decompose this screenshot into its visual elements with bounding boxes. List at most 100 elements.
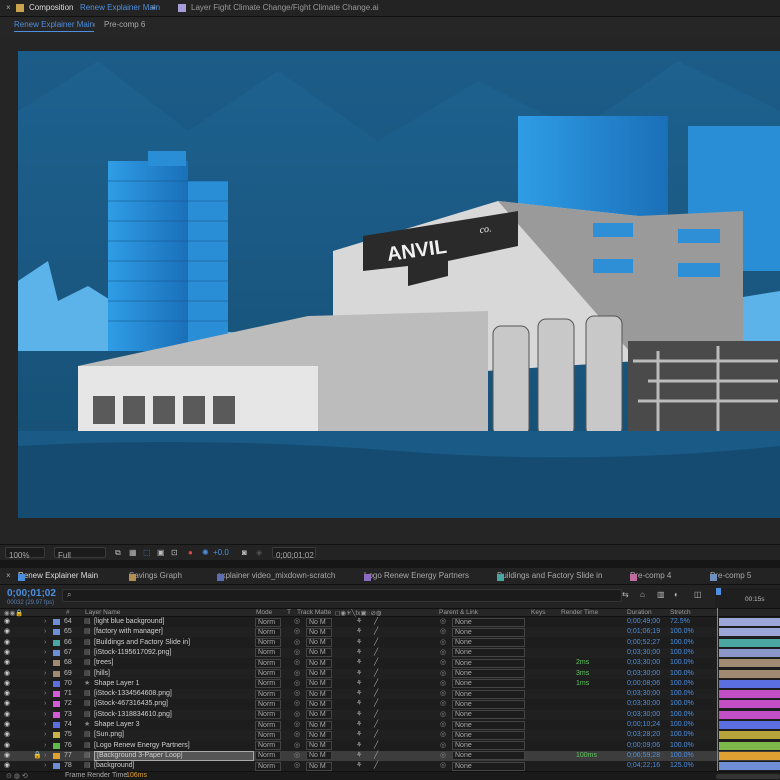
stretch-value[interactable]: 100.0% <box>670 648 694 658</box>
track-matte-dropdown[interactable]: No M <box>306 761 332 771</box>
expand-chevron-icon[interactable]: › <box>44 669 46 679</box>
show-snapshot-icon[interactable]: ◈ <box>256 548 262 557</box>
label-color-swatch[interactable] <box>53 752 60 759</box>
layer-duration-bar[interactable] <box>719 690 780 699</box>
composition-frame[interactable]: ANVIL co. <box>18 51 780 518</box>
stretch-value[interactable]: 100.0% <box>670 689 694 699</box>
parent-pickwhip-icon[interactable]: ◎ <box>440 638 446 648</box>
layer-row[interactable]: ◉ 🔒 › 77 ▤ [Background 3-Paper Loop] Norm ◎ No M… <box>0 750 780 761</box>
layer-name[interactable]: [light blue background] <box>94 617 164 627</box>
close-timeline-icon[interactable]: × <box>6 571 11 580</box>
track-matte-dropdown[interactable]: No M <box>306 741 332 751</box>
layer-row[interactable]: ◉ › 64 ▤ [light blue background] Norm ◎ No M ⚘ ╱ ◎… <box>0 617 780 627</box>
matte-link-icon[interactable]: ◎ <box>294 689 300 699</box>
parent-pickwhip-icon[interactable]: ◎ <box>440 699 446 709</box>
layer-row[interactable]: ◉ › 74 ★ Shape Layer 3 Norm ◎ No M ⚘ ╱ ◎ None 0;00;1… <box>0 720 780 730</box>
parent-pickwhip-icon[interactable]: ◎ <box>440 669 446 679</box>
track-matte-dropdown[interactable]: No M <box>306 710 332 720</box>
expand-chevron-icon[interactable]: › <box>44 627 46 637</box>
visibility-eye-icon[interactable]: ◉ <box>4 648 10 658</box>
mode-dropdown[interactable]: Norm <box>255 730 281 740</box>
view-options-icon[interactable]: ⊡ <box>171 548 178 557</box>
layer-panel-tab[interactable]: Layer Fight Climate Change/Fight Climate… <box>191 3 379 12</box>
expand-chevron-icon[interactable]: › <box>44 679 46 689</box>
comp-flowchart-icon[interactable]: ⇆ <box>622 590 629 599</box>
timeline-tab[interactable]: explainer video_mixdown-scratch <box>217 571 335 581</box>
quality-switch-icon[interactable]: ╱ <box>374 689 378 699</box>
duration-value[interactable]: 0;03;30;00 <box>627 699 660 709</box>
timeline-tab[interactable]: Buildings and Factory Slide in <box>497 571 602 581</box>
track-matte-dropdown[interactable]: No M <box>306 751 332 761</box>
expand-chevron-icon[interactable]: › <box>44 617 46 627</box>
parent-pickwhip-icon[interactable]: ◎ <box>440 627 446 637</box>
parent-pickwhip-icon[interactable]: ◎ <box>440 730 446 740</box>
parent-pickwhip-icon[interactable]: ◎ <box>440 689 446 699</box>
parent-dropdown[interactable]: None <box>452 730 525 740</box>
parent-dropdown[interactable]: None <box>452 669 525 678</box>
track-matte-dropdown[interactable]: No M <box>306 689 332 699</box>
layer-duration-bar[interactable] <box>719 669 780 678</box>
layer-name[interactable]: [Logo Renew Energy Partners] <box>94 741 190 751</box>
stretch-value[interactable]: 100.0% <box>670 720 694 730</box>
layer-row[interactable]: ◉ › 73 ▤ [iStock-1318834610.png] Norm ◎ No M ⚘ ╱ ◎… <box>0 709 780 720</box>
track-matte-dropdown[interactable]: No M <box>306 679 332 689</box>
stretch-value[interactable]: 100.0% <box>670 741 694 751</box>
expand-chevron-icon[interactable]: › <box>44 710 46 720</box>
stretch-value[interactable]: 100.0% <box>670 699 694 709</box>
duration-value[interactable]: 0;00;52;27 <box>627 638 660 648</box>
label-color-swatch[interactable] <box>53 691 60 698</box>
label-color-swatch[interactable] <box>53 722 60 728</box>
mode-dropdown[interactable]: Norm <box>255 699 281 709</box>
mode-dropdown[interactable]: Norm <box>255 638 281 648</box>
quality-switch-icon[interactable]: ╱ <box>374 751 378 761</box>
matte-link-icon[interactable]: ◎ <box>294 658 300 668</box>
playhead[interactable] <box>716 588 721 595</box>
label-color-swatch[interactable] <box>53 680 60 687</box>
collapse-switch-icon[interactable]: ⚘ <box>356 627 362 637</box>
quality-switch-icon[interactable]: ╱ <box>374 627 378 637</box>
matte-link-icon[interactable]: ◎ <box>294 669 300 679</box>
guides-icon[interactable]: ▣ <box>157 548 165 557</box>
expand-chevron-icon[interactable]: › <box>44 720 46 730</box>
quality-switch-icon[interactable]: ╱ <box>374 710 378 720</box>
layer-name[interactable]: [trees] <box>94 658 113 668</box>
quality-switch-icon[interactable]: ╱ <box>374 720 378 730</box>
layer-row[interactable]: ◉ › 68 ▤ [trees] Norm ◎ No M ⚘ ╱ ◎ None 2ms 0;03;30;0… <box>0 658 780 669</box>
matte-link-icon[interactable]: ◎ <box>294 730 300 740</box>
layer-name[interactable]: [Sun.png] <box>94 730 124 740</box>
collapse-switch-icon[interactable]: ⚘ <box>356 689 362 699</box>
graph-editor-icon[interactable]: ◫ <box>694 590 702 599</box>
layer-row[interactable]: ◉ › 70 ★ Shape Layer 1 Norm ◎ No M ⚘ ╱ ◎ None 1ms 0;0… <box>0 678 780 689</box>
timeline-tab[interactable]: Renew Explainer Main <box>18 571 98 581</box>
quality-switch-icon[interactable]: ╱ <box>374 638 378 648</box>
visibility-eye-icon[interactable]: ◉ <box>4 689 10 699</box>
stretch-value[interactable]: 100.0% <box>670 710 694 720</box>
layer-row[interactable]: ◉ › 65 ▤ [factory with manager] Norm ◎ No M ⚘ ╱ ◎ N… <box>0 627 780 638</box>
visibility-eye-icon[interactable]: ◉ <box>4 669 10 679</box>
close-panel-icon[interactable]: × <box>6 3 11 12</box>
zoom-slider[interactable] <box>716 774 780 779</box>
mode-dropdown[interactable]: Norm <box>255 710 281 720</box>
duration-value[interactable]: 0;03;28;20 <box>627 730 660 740</box>
parent-pickwhip-icon[interactable]: ◎ <box>440 710 446 720</box>
motion-blur-icon[interactable]: ◐ <box>674 590 679 599</box>
layer-name[interactable]: [factory with manager] <box>94 627 163 637</box>
parent-dropdown[interactable]: None <box>452 751 525 761</box>
lock-icon[interactable]: 🔒 <box>33 751 42 761</box>
mode-dropdown[interactable]: Norm <box>255 617 281 627</box>
mode-dropdown[interactable]: Norm <box>255 658 281 668</box>
expand-chevron-icon[interactable]: › <box>44 699 46 709</box>
duration-value[interactable]: 0;03;30;00 <box>627 689 660 699</box>
expand-chevron-icon[interactable]: › <box>44 689 46 699</box>
comp-tab-active[interactable]: Renew Explainer Main <box>14 20 95 32</box>
parent-pickwhip-icon[interactable]: ◎ <box>440 741 446 751</box>
parent-pickwhip-icon[interactable]: ◎ <box>440 658 446 668</box>
track-matte-dropdown[interactable]: No M <box>306 730 332 740</box>
layer-duration-bar[interactable] <box>719 721 780 729</box>
resolution-dropdown[interactable]: Full <box>54 547 106 560</box>
matte-link-icon[interactable]: ◎ <box>294 699 300 709</box>
expand-chevron-icon[interactable]: › <box>44 761 46 771</box>
label-color-swatch[interactable] <box>53 660 60 667</box>
mode-dropdown[interactable]: Norm <box>255 720 281 730</box>
color-channel-icon[interactable]: ● <box>188 548 193 557</box>
